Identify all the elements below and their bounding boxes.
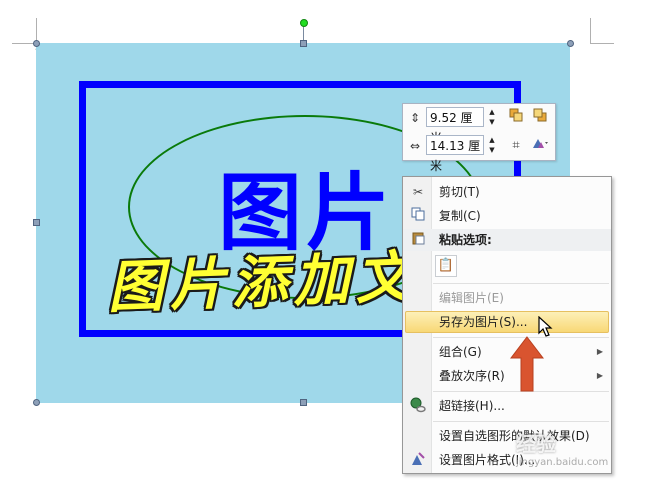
bring-forward-icon[interactable] xyxy=(506,108,526,128)
menu-item-hyperlink[interactable]: 超链接(H)... xyxy=(403,395,611,417)
menu-item-copy[interactable]: 复制(C) xyxy=(403,205,611,227)
height-input[interactable]: 9.52 厘米 xyxy=(426,107,484,145)
hyperlink-icon xyxy=(409,397,427,415)
height-spinner[interactable]: ▲ ▼ xyxy=(487,107,497,127)
width-input[interactable]: 14.13 厘米 xyxy=(426,135,484,173)
crop-mark-tr-v xyxy=(590,18,591,43)
menu-item-group[interactable]: 组合(G) ▶ xyxy=(403,341,611,363)
height-row: ⇕ 9.52 厘米 ▲▼ xyxy=(406,106,554,145)
paste-keep-icon[interactable]: 📋 xyxy=(435,255,457,277)
width-spinner[interactable]: ▲ ▼ xyxy=(487,135,497,155)
resize-handle-left[interactable] xyxy=(33,219,40,226)
paste-icon xyxy=(409,231,427,249)
resize-handle-top-right[interactable] xyxy=(567,40,574,47)
width-icon: ⇔ xyxy=(409,139,421,153)
crop-mark-tr-h xyxy=(590,43,614,44)
resize-handle-bottom-left[interactable] xyxy=(33,399,40,406)
watermark: 经验 jingyan.baidu.com xyxy=(516,428,608,468)
width-row: ⇔ 14.13 厘米 ▲ ▼ ⌗ xyxy=(406,134,554,173)
picture-styles-icon[interactable] xyxy=(530,136,550,156)
wordart-text: 图片添加文 xyxy=(106,244,419,321)
menu-item-paste-options: 粘贴选项: xyxy=(403,229,611,251)
watermark-sub: jingyan.baidu.com xyxy=(516,457,609,468)
menu-item-edit-picture: 编辑图片(E) xyxy=(439,291,504,305)
menu-separator xyxy=(433,421,609,422)
chevron-right-icon: ▶ xyxy=(596,371,603,380)
menu-item-cut[interactable]: ✂ 剪切(T) xyxy=(403,181,611,203)
crop-icon[interactable]: ⌗ xyxy=(506,136,526,156)
resize-handle-top-left[interactable] xyxy=(33,40,40,47)
red-up-arrow-icon xyxy=(510,336,544,392)
size-mini-toolbar: ⇕ 9.52 厘米 ▲▼ ⇔ 14.13 厘米 ▲▼ ⌗ xyxy=(402,103,556,173)
send-backward-icon[interactable] xyxy=(530,108,550,128)
resize-handle-bottom[interactable] xyxy=(300,399,307,406)
chevron-right-icon: ▶ xyxy=(596,347,603,356)
watermark-text: 经验 xyxy=(516,432,556,456)
format-picture-icon xyxy=(409,451,427,469)
height-icon: ⇕ xyxy=(409,111,421,125)
copy-icon xyxy=(409,207,427,225)
scissors-icon: ✂ xyxy=(412,185,424,199)
menu-separator xyxy=(433,283,609,284)
rotation-handle[interactable] xyxy=(300,19,308,27)
menu-item-order[interactable]: 叠放次序(R) ▶ xyxy=(403,365,611,387)
resize-handle-top[interactable] xyxy=(300,40,307,47)
menu-item-save-as-picture[interactable]: 另存为图片(S)... xyxy=(403,311,611,333)
mouse-cursor-icon xyxy=(538,316,553,337)
